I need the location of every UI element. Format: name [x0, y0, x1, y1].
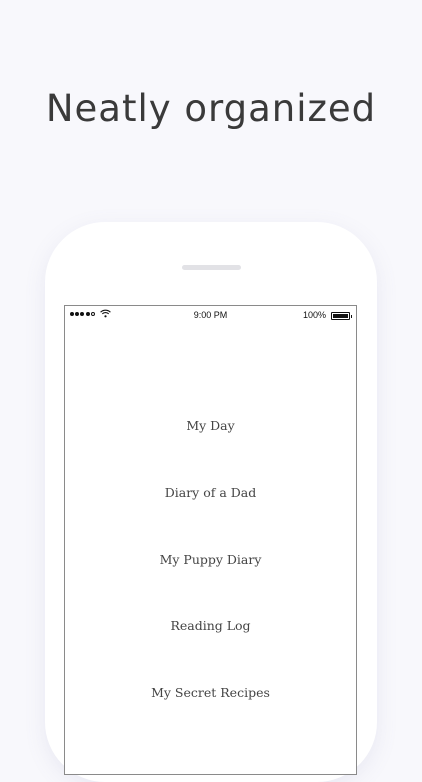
- diary-item-my-puppy-diary[interactable]: My Puppy Diary: [65, 551, 356, 569]
- diary-item-reading-log[interactable]: Reading Log: [65, 617, 356, 635]
- phone-frame: 9:00 PM 100% My Day Diary of a Dad My Pu…: [45, 222, 377, 782]
- battery-percent: 100%: [302, 310, 326, 320]
- battery-icon: [331, 312, 352, 320]
- battery-cap: [350, 315, 352, 318]
- phone-screen: 9:00 PM 100% My Day Diary of a Dad My Pu…: [64, 305, 357, 775]
- diary-item-diary-of-a-dad[interactable]: Diary of a Dad: [65, 484, 356, 502]
- speaker-grille: [182, 265, 241, 270]
- battery-level: [333, 314, 348, 318]
- diary-item-my-day[interactable]: My Day: [65, 417, 356, 435]
- status-bar: 9:00 PM 100%: [65, 306, 356, 326]
- diary-item-my-secret-recipes[interactable]: My Secret Recipes: [65, 684, 356, 702]
- headline: Neatly organized: [45, 87, 377, 130]
